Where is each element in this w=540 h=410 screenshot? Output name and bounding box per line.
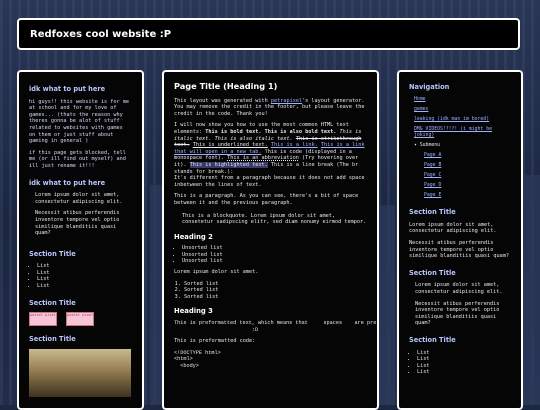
list-item: Sorted list <box>184 281 367 288</box>
page-title: Page Title (Heading 1) <box>174 81 278 91</box>
main-content[interactable]: Page Title (Heading 1) This layout was g… <box>162 70 379 410</box>
lorem-text: Necessit atibus perferendis inventore te… <box>409 239 509 260</box>
list-item: List <box>417 363 511 370</box>
nav-link-dmg-videos[interactable]: DMG VIDEOS!?!?! (i might be joking) <box>414 127 492 138</box>
right-sidebar[interactable]: Navigation Home games leaking (idk man i… <box>397 70 523 410</box>
submenu-toggle[interactable]: ▾ Submenu <box>414 143 511 150</box>
button-badges: pastel pixel pastel pixel <box>29 312 132 327</box>
unsorted-list: Unsorted list Unsorted list Unsorted lis… <box>174 245 367 265</box>
sorted-list: Sorted list Sorted list Sorted list <box>174 281 367 301</box>
list-item: List <box>37 283 132 290</box>
list-item: List <box>417 350 511 357</box>
credit-paragraph: This layout was generated with petrapixe… <box>174 98 367 118</box>
list-item: Unsorted list <box>182 258 367 265</box>
lorem-text: Lorem ipsum dolor sit amet, consectetur … <box>409 221 497 235</box>
submenu-link[interactable]: Page E <box>424 193 441 198</box>
lorem-text: Lorem ipsum dolor sit amet, consectetur … <box>415 282 503 295</box>
site-title: Redfoxes cool website :P <box>30 29 172 40</box>
nav-link-home[interactable]: Home <box>414 97 426 102</box>
preformatted-text: This is preformatted text, which means t… <box>174 320 377 333</box>
bold-text: This is bold text. <box>205 128 262 135</box>
section-title: idk what to put here <box>29 178 106 187</box>
blockquote: This is a blockquote. Lorem ipsum dolor … <box>182 212 367 226</box>
submenu-label: Submenu <box>419 142 440 148</box>
sample-link[interactable]: This is a link. <box>271 142 318 148</box>
section-title: Section Title <box>29 335 76 344</box>
heading-3: Heading 3 <box>174 307 213 316</box>
section-title: Section Title <box>29 298 76 307</box>
code-block: <!DOCTYPE html> <html> <body> <box>174 349 221 369</box>
badge-button[interactable]: pastel pixel <box>66 312 95 327</box>
lorem-text: Necessit atibus perferendis inventore te… <box>35 210 120 237</box>
submenu-link[interactable]: Page C <box>424 173 441 178</box>
list-item: Sorted list <box>184 294 367 301</box>
elements-paragraph: I will now show you how to use the most … <box>174 122 367 188</box>
intro-text: hi guys!! this website is for me at scho… <box>29 98 129 145</box>
field-photo <box>29 348 131 397</box>
italic-text: This is also italic text. <box>214 135 293 142</box>
nav-link-leaking[interactable]: leaking (idk man im bored) <box>414 117 489 122</box>
right-list: List List List List <box>409 350 511 376</box>
paragraph: This is a paragraph. As you can see, the… <box>174 193 359 206</box>
section-title: Section Title <box>409 268 456 277</box>
submenu-link[interactable]: Page D <box>424 183 441 188</box>
blocked-note: if this page gets blocked, tell me (or i… <box>29 149 126 169</box>
list-item: Unsorted list <box>182 252 367 259</box>
text: It's different from a paragraph because … <box>174 175 365 188</box>
navigation-title: Navigation <box>409 83 450 91</box>
section-title: idk what to put here <box>29 85 106 93</box>
lorem-text: Lorem ipsum dolor sit amet. <box>174 269 259 276</box>
credit-link[interactable]: petrapixel <box>271 98 302 104</box>
underlined-text: This is underlined text. <box>192 142 268 149</box>
submenu-link[interactable]: Page B <box>424 163 441 168</box>
nav-link-games[interactable]: games <box>414 107 428 112</box>
list-item: List <box>37 270 132 277</box>
lorem-text: Necessit atibus perferendis inventore te… <box>415 300 500 327</box>
site-header: Redfoxes cool website :P <box>17 18 520 50</box>
list-item: Sorted list <box>184 287 367 294</box>
left-sidebar[interactable]: idk what to put here hi guys!! this webs… <box>17 70 144 410</box>
list-item: List <box>417 369 511 376</box>
badge-button[interactable]: pastel pixel <box>29 312 57 327</box>
list-item: Unsorted list <box>182 245 367 252</box>
lorem-text: Lorem ipsum dolor sit amet, consectetur … <box>35 192 123 205</box>
section-title: Section Title <box>409 208 456 217</box>
section-title: Section Title <box>29 249 76 258</box>
text: This layout was generated with <box>174 97 271 104</box>
code-text: This is code <box>264 148 302 155</box>
section-title: Section Title <box>409 335 456 344</box>
submenu-link[interactable]: Page A <box>424 153 441 158</box>
abbr-text[interactable]: This is an abbreviation <box>227 155 299 161</box>
pre-code-label: This is preformatted code: <box>174 338 256 345</box>
list-item: List <box>417 356 511 363</box>
bold-text: This is also bold text. <box>264 128 337 135</box>
left-list: List List List List <box>29 263 132 289</box>
highlighted-text: This is highlighted text. <box>189 161 268 168</box>
list-item: List <box>37 263 132 270</box>
caret-down-icon: ▾ <box>414 142 417 148</box>
list-item: List <box>37 276 132 283</box>
heading-2: Heading 2 <box>174 232 213 241</box>
